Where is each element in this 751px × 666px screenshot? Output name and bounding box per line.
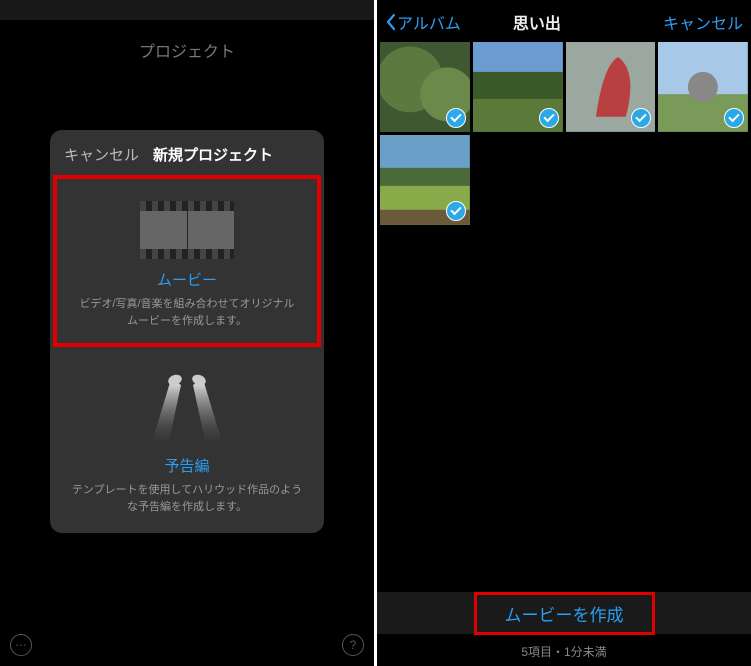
media-thumb[interactable]: [473, 42, 563, 132]
check-icon: [446, 108, 466, 128]
check-icon: [631, 108, 651, 128]
nav-cancel-button[interactable]: キャンセル: [663, 10, 743, 34]
spotlight-icon: [147, 369, 227, 449]
page-title: プロジェクト: [0, 20, 374, 92]
film-icon: [140, 201, 234, 259]
create-bar: ムービーを作成: [377, 592, 751, 634]
chevron-left-icon: [385, 13, 397, 31]
modal-header: キャンセル 新規プロジェクト: [50, 130, 324, 175]
selection-summary: 5項目・1分未満: [377, 643, 751, 660]
nav-title: 思い出: [411, 10, 663, 34]
nav-bar: アルバム 思い出 キャンセル: [377, 0, 751, 42]
movie-option[interactable]: ムービー ビデオ/写真/音楽を組み合わせてオリジナルムービーを作成します。: [57, 179, 317, 343]
media-grid: [377, 42, 751, 225]
check-icon: [539, 108, 559, 128]
modal-title: 新規プロジェクト: [153, 144, 273, 165]
trailer-option[interactable]: 予告編 テンプレートを使用してハリウッド作品のような予告編を作成します。: [50, 347, 324, 529]
highlight-create-button: ムービーを作成: [474, 592, 655, 635]
media-thumb[interactable]: [380, 42, 470, 132]
movie-option-title: ムービー: [77, 269, 297, 290]
cancel-button[interactable]: キャンセル: [64, 144, 139, 165]
media-thumb[interactable]: [658, 42, 748, 132]
screen-media-picker: アルバム 思い出 キャンセル ムービーを作成 5項目・1分未満: [377, 0, 751, 666]
media-thumb[interactable]: [380, 135, 470, 225]
new-project-modal: キャンセル 新規プロジェクト ムービー ビデオ/写真/音楽を組み合わせてオリジナ…: [50, 130, 324, 533]
screen-new-project: プロジェクト キャンセル 新規プロジェクト ムービー ビデオ/写真/音楽を組み合…: [0, 0, 377, 666]
status-bar: [0, 0, 374, 20]
movie-option-desc: ビデオ/写真/音楽を組み合わせてオリジナルムービーを作成します。: [77, 296, 297, 329]
help-icon[interactable]: ?: [342, 634, 364, 656]
check-icon: [724, 108, 744, 128]
trailer-option-desc: テンプレートを使用してハリウッド作品のような予告編を作成します。: [70, 482, 304, 515]
media-thumb[interactable]: [566, 42, 656, 132]
more-icon[interactable]: ⋯: [10, 634, 32, 656]
highlight-movie-option: ムービー ビデオ/写真/音楽を組み合わせてオリジナルムービーを作成します。: [53, 175, 321, 347]
check-icon: [446, 201, 466, 221]
trailer-option-title: 予告編: [70, 455, 304, 476]
bottom-toolbar: ⋯ ?: [10, 634, 364, 656]
create-movie-button[interactable]: ムービーを作成: [505, 606, 624, 625]
